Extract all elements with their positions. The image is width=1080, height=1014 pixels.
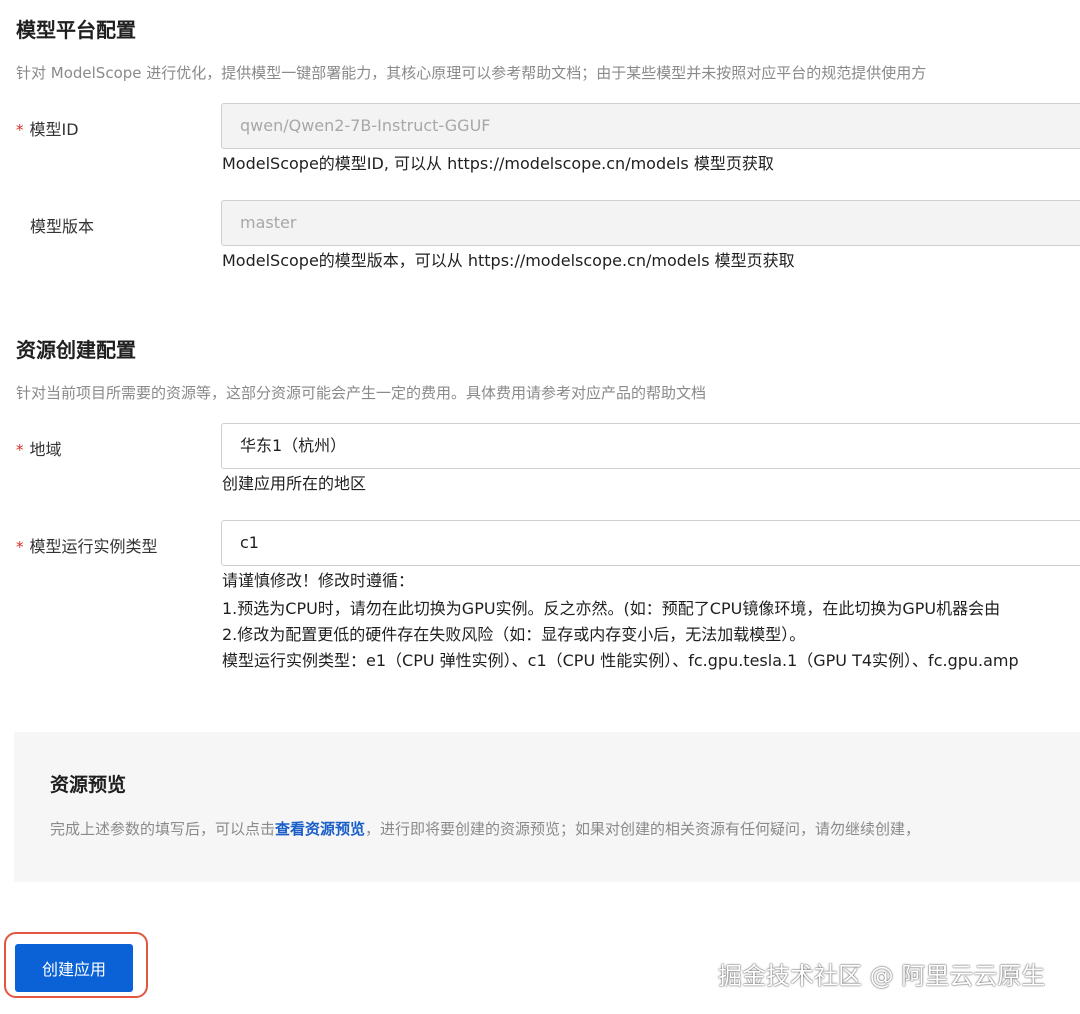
required-mark: * [16, 121, 24, 139]
resource-config-description: 针对当前项目所需要的资源等，这部分资源可能会产生一定的费用。具体费用请参考对应产… [16, 384, 707, 402]
resource-preview-title: 资源预览 [50, 774, 127, 796]
preview-desc-after: ，进行即将要创建的资源预览；如果对创建的相关资源有任何疑问，请勿继续创建， [365, 820, 921, 838]
model-id-label: * 模型ID [16, 116, 79, 140]
instance-type-help-line-4: 模型运行实例类型：e1（CPU 弹性实例）、c1（CPU 性能实例）、fc.gp… [222, 651, 1019, 670]
resource-preview-panel: 资源预览 完成上述参数的填写后，可以点击查看资源预览，进行即将要创建的资源预览；… [14, 732, 1080, 882]
model-version-help: ModelScope的模型版本，可以从 https://modelscope.c… [222, 251, 795, 270]
model-id-label-text: 模型ID [29, 120, 79, 139]
watermark: 掘金技术社区 @ 阿里云云原生 [718, 962, 1046, 990]
instance-type-input[interactable]: c1 [221, 520, 1080, 566]
page: 模型平台配置 针对 ModelScope 进行优化，提供模型一键部署能力，其核心… [0, 0, 1080, 1014]
model-platform-title: 模型平台配置 [16, 18, 136, 42]
instance-type-help-line-2: 1.预选为CPU时，请勿在此切换为GPU实例。反之亦然。(如：预配了CPU镜像环… [222, 599, 1001, 618]
preview-desc-before: 完成上述参数的填写后，可以点击 [50, 820, 276, 838]
model-platform-description: 针对 ModelScope 进行优化，提供模型一键部署能力，其核心原理可以参考帮… [16, 64, 927, 82]
resource-preview-description: 完成上述参数的填写后，可以点击查看资源预览，进行即将要创建的资源预览；如果对创建… [50, 818, 920, 839]
model-id-input[interactable]: qwen/Qwen2-7B-Instruct-GGUF [221, 103, 1080, 149]
instance-type-label-text: 模型运行实例类型 [29, 537, 158, 556]
instance-type-label: * 模型运行实例类型 [16, 533, 158, 557]
required-mark: * [16, 538, 24, 556]
region-select[interactable]: 华东1（杭州） [221, 423, 1080, 469]
instance-type-help-line-3: 2.修改为配置更低的硬件存在失败风险（如：显存或内存变小后，无法加载模型）。 [222, 625, 806, 644]
region-label-text: 地域 [29, 440, 62, 459]
model-version-label: 模型版本 [30, 217, 95, 236]
view-resource-preview-link[interactable]: 查看资源预览 [275, 820, 365, 838]
model-version-input[interactable]: master [221, 200, 1080, 246]
region-label: * 地域 [16, 436, 62, 460]
create-app-button[interactable]: 创建应用 [15, 944, 133, 992]
required-mark: * [16, 441, 24, 459]
model-id-help: ModelScope的模型ID, 可以从 https://modelscope.… [222, 154, 774, 173]
region-help: 创建应用所在的地区 [222, 474, 367, 493]
resource-config-title: 资源创建配置 [16, 338, 136, 362]
instance-type-help-line-1: 请谨慎修改！修改时遵循： [222, 571, 415, 590]
